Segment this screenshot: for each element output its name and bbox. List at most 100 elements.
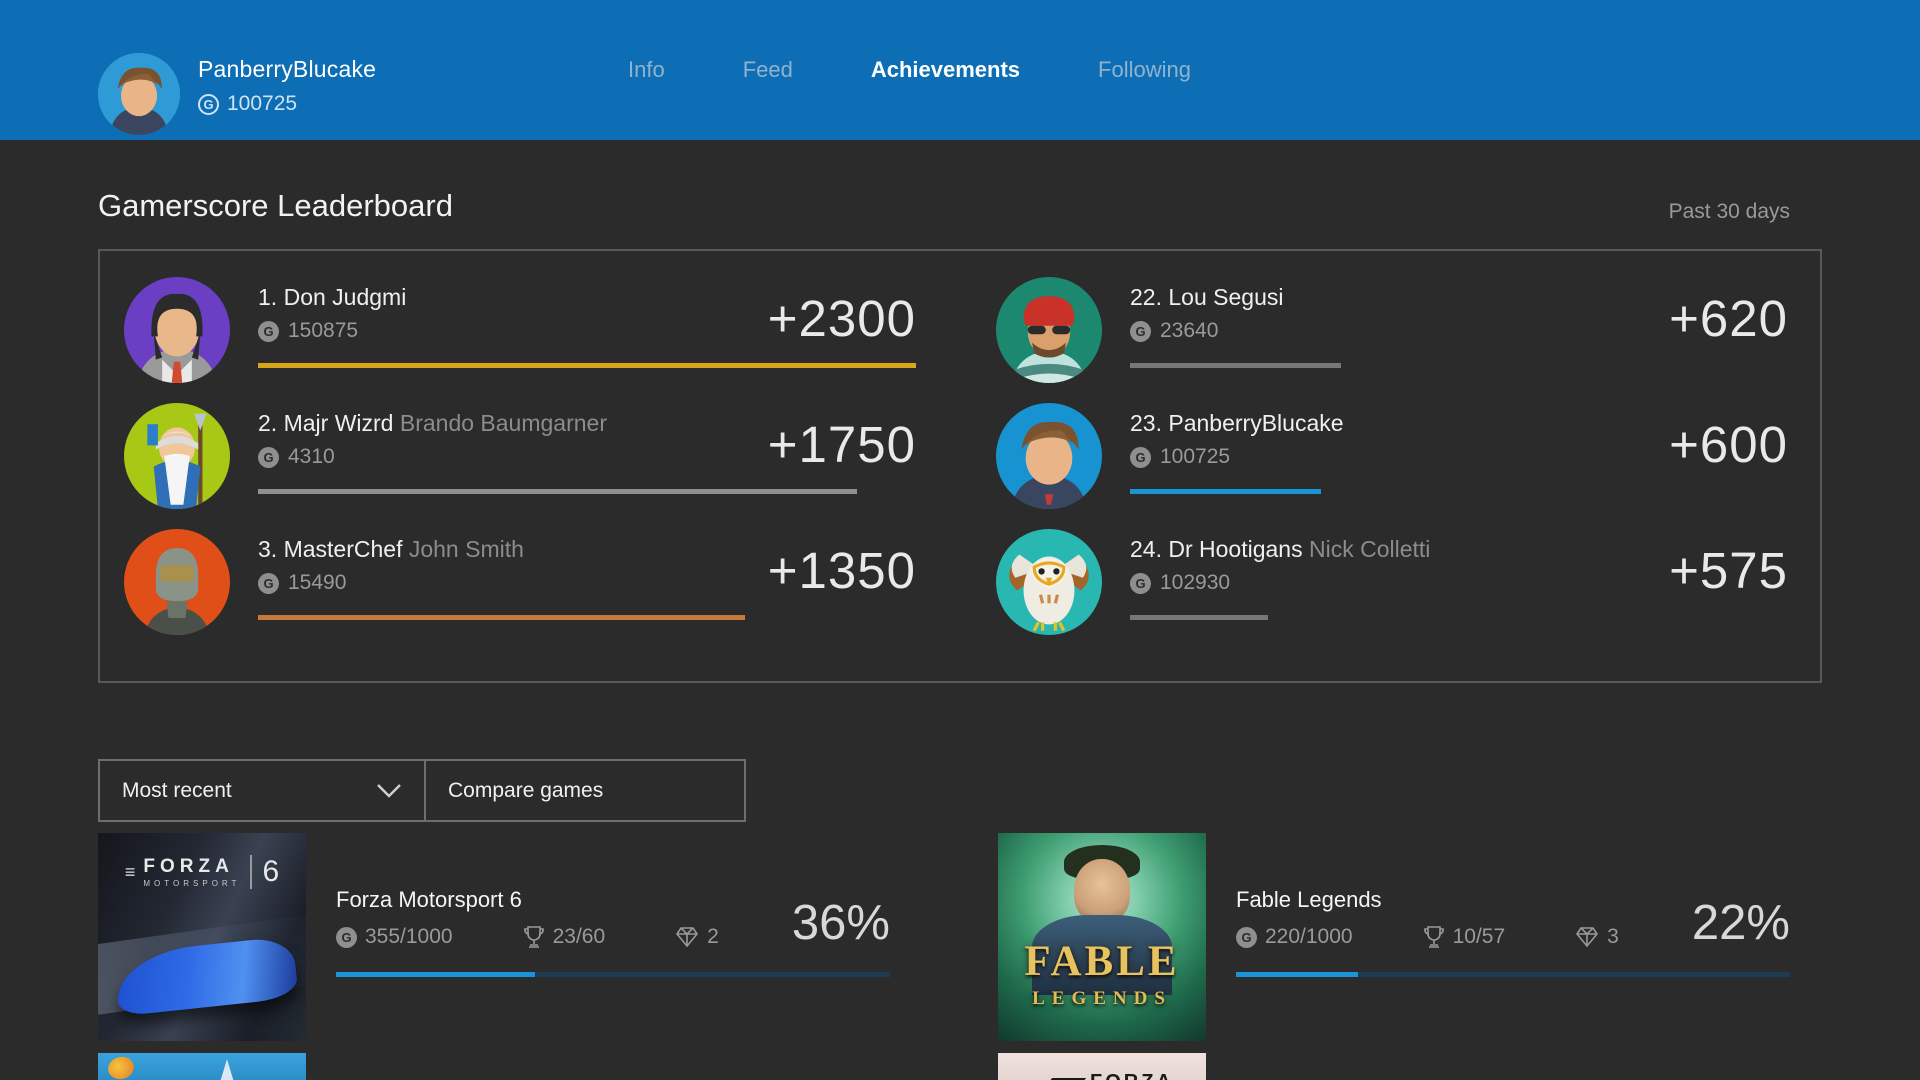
profile-avatar[interactable] <box>98 53 180 135</box>
leaderboard-entry-content: 22. Lou Segusi G 23640 +620 <box>1130 277 1788 389</box>
entry-gamertag: MasterChef <box>284 536 403 562</box>
games-filter-bar: Most recent Compare games <box>98 759 746 822</box>
entry-gamertag: PanberryBlucake <box>1168 410 1343 436</box>
leaderboard-entry-content: 2. Majr Wizrd Brando Baumgarner G 4310 +… <box>258 403 916 515</box>
forza-6-boxart: ≡ FORZA MOTORSPORT 6 <box>98 833 306 1041</box>
game-challenges-stat: 3 <box>1575 925 1619 949</box>
leaderboard-row-23[interactable]: 23. PanberryBlucake G 100725 +600 <box>996 403 1788 529</box>
profile-username: PanberryBlucake <box>198 56 376 83</box>
leaderboard-row-3[interactable]: 3. MasterChef John Smith G 15490 +1350 <box>124 529 916 655</box>
page-title: Gamerscore Leaderboard <box>98 188 453 224</box>
entry-gamertag: Dr Hootigans <box>1168 536 1302 562</box>
profile-avatar-image <box>98 53 180 135</box>
avatar-masterchef <box>124 529 230 635</box>
game-challenges-value: 3 <box>1607 925 1619 949</box>
gem-icon <box>1575 926 1599 948</box>
leaderboard-row-1[interactable]: 1. Don Judgmi G 150875 +2300 <box>124 277 916 403</box>
entry-rank: 2. <box>258 410 277 436</box>
leaderboard-row-22[interactable]: 22. Lou Segusi G 23640 +620 <box>996 277 1788 403</box>
gamerscore-leaderboard-panel: 1. Don Judgmi G 150875 +2300 <box>98 249 1822 683</box>
game-progress-track <box>336 972 890 977</box>
entry-score-value: 23640 <box>1160 319 1218 343</box>
entry-gamertag: Majr Wizrd <box>284 410 394 436</box>
game-progress-fill <box>1236 972 1358 977</box>
entry-realname: Brando Baumgarner <box>400 410 607 436</box>
entry-delta: +575 <box>1669 541 1788 600</box>
entry-gamertag: Lou Segusi <box>1168 284 1283 310</box>
entry-progress-bar <box>258 363 916 368</box>
game-completion-percent: 22% <box>1692 895 1790 951</box>
forza-swoosh-icon: ≡ <box>125 862 134 883</box>
entry-progress-bar <box>258 489 857 494</box>
leaderboard-row-24[interactable]: 24. Dr Hootigans Nick Colletti G 102930 … <box>996 529 1788 655</box>
entry-score-value: 100725 <box>1160 445 1230 469</box>
gamerscore-icon: G <box>258 573 279 594</box>
entry-delta: +2300 <box>768 289 916 348</box>
sort-dropdown[interactable]: Most recent <box>98 759 426 822</box>
game-gamerscore-value: 355/1000 <box>365 925 453 949</box>
chevron-down-icon <box>376 783 402 799</box>
game-challenges-value: 2 <box>707 925 719 949</box>
entry-delta: +620 <box>1669 289 1788 348</box>
boxart-title-line2: LEGENDS <box>998 988 1206 1010</box>
game-row-forza-motorsport-6[interactable]: ≡ FORZA MOTORSPORT 6 Forza Motorsport 6 … <box>98 833 890 1041</box>
fable-logo: FABLE LEGENDS <box>998 937 1206 1010</box>
next-game-boxart-partial-forza[interactable]: FORZA <box>998 1053 1206 1080</box>
profile-identity: PanberryBlucake G 100725 <box>198 56 376 116</box>
game-gamerscore-stat: G 220/1000 <box>1236 925 1353 949</box>
entry-rank: 1. <box>258 284 277 310</box>
boxart-divider <box>250 855 252 889</box>
avatar-lou-segusi <box>996 277 1102 383</box>
leaderboard-entry-content: 3. MasterChef John Smith G 15490 +1350 <box>258 529 916 641</box>
boxart-number: 6 <box>262 855 279 889</box>
game-achievements-value: 23/60 <box>553 925 606 949</box>
entry-score-value: 150875 <box>288 319 358 343</box>
gamerscore-icon: G <box>336 927 357 948</box>
game-achievements-stat: 10/57 <box>1423 925 1506 949</box>
leaderboard-entry-content: 24. Dr Hootigans Nick Colletti G 102930 … <box>1130 529 1788 641</box>
entry-rank: 23. <box>1130 410 1162 436</box>
game-completion-percent: 36% <box>792 895 890 951</box>
tab-feed[interactable]: Feed <box>743 57 793 83</box>
leaderboard-entry-content: 1. Don Judgmi G 150875 +2300 <box>258 277 916 389</box>
tab-info[interactable]: Info <box>628 57 665 83</box>
game-achievements-value: 10/57 <box>1453 925 1506 949</box>
boxart-title-line2: MOTORSPORT <box>143 879 240 888</box>
xbox-app-profile-page: PanberryBlucake G 100725 Info Feed Achie… <box>0 0 1920 1080</box>
profile-gamerscore-value: 100725 <box>227 92 297 116</box>
game-challenges-stat: 2 <box>675 925 719 949</box>
fable-legends-boxart: FABLE LEGENDS <box>998 833 1206 1041</box>
leaderboard-entry-content: 23. PanberryBlucake G 100725 +600 <box>1130 403 1788 515</box>
entry-rank: 22. <box>1130 284 1162 310</box>
entry-score-value: 102930 <box>1160 571 1230 595</box>
avatar-don-judgmi <box>124 277 230 383</box>
entry-realname: John Smith <box>409 536 524 562</box>
trophy-icon <box>1423 925 1445 949</box>
gamerscore-icon: G <box>198 94 219 115</box>
boxart-title-line1: FABLE <box>998 937 1206 986</box>
avatar-dr-hootigans <box>996 529 1102 635</box>
avatar-panberryblucake <box>996 403 1102 509</box>
gamerscore-icon: G <box>1130 447 1151 468</box>
profile-gamerscore: G 100725 <box>198 92 376 116</box>
entry-delta: +600 <box>1669 415 1788 474</box>
game-progress-track <box>1236 972 1790 977</box>
leaderboard-row-2[interactable]: 2. Majr Wizrd Brando Baumgarner G 4310 +… <box>124 403 916 529</box>
tab-achievements[interactable]: Achievements <box>871 57 1020 83</box>
compare-games-button[interactable]: Compare games <box>426 759 746 822</box>
entry-realname: Nick Colletti <box>1309 536 1430 562</box>
gamerscore-icon: G <box>1236 927 1257 948</box>
boxart-decoration <box>218 1059 236 1080</box>
game-row-fable-legends[interactable]: FABLE LEGENDS Fable Legends G 220/1000 <box>998 833 1790 1041</box>
game-progress-fill <box>336 972 535 977</box>
profile-header: PanberryBlucake G 100725 Info Feed Achie… <box>0 0 1920 140</box>
game-gamerscore-value: 220/1000 <box>1265 925 1353 949</box>
boxart-title-line1: FORZA <box>143 856 240 878</box>
entry-progress-bar <box>1130 489 1321 494</box>
game-info: Fable Legends G 220/1000 10/57 <box>1236 833 1790 1041</box>
next-game-boxart-partial[interactable] <box>98 1053 306 1080</box>
leaderboard-period: Past 30 days <box>1669 200 1790 224</box>
boxart-character-face <box>1074 859 1130 923</box>
gamerscore-icon: G <box>258 447 279 468</box>
tab-following[interactable]: Following <box>1098 57 1191 83</box>
